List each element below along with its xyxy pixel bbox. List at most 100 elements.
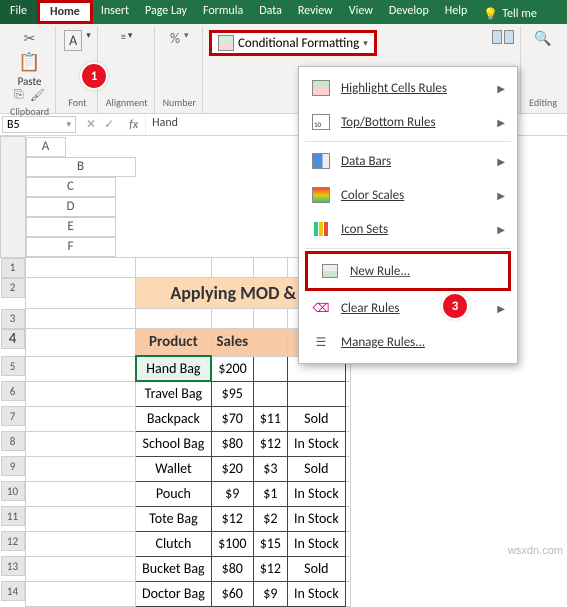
cell-status[interactable]: Sold xyxy=(288,556,346,581)
row-header[interactable]: 7 xyxy=(1,406,25,426)
paste-icon[interactable]: 📋 xyxy=(17,49,43,75)
cell-product[interactable]: Tote Bag xyxy=(136,506,212,531)
cell-sales[interactable]: $60 xyxy=(211,581,253,606)
cf-new-rule[interactable]: New Rule... xyxy=(305,251,511,291)
cell-status[interactable]: In Stock xyxy=(288,531,346,556)
format-painter-icon[interactable]: 🖌 xyxy=(30,88,45,103)
cell[interactable] xyxy=(288,381,346,406)
cell-sales[interactable]: $80 xyxy=(211,431,253,456)
copy-icon[interactable]: ⎘ xyxy=(14,88,24,103)
tab-data[interactable]: Data xyxy=(251,0,290,24)
cell-product[interactable]: Wallet xyxy=(136,456,212,481)
tab-home[interactable]: Home xyxy=(37,0,93,24)
find-icon[interactable]: 🔍 xyxy=(534,30,551,47)
cell-product[interactable]: Hand Bag xyxy=(136,356,212,381)
col-header-C[interactable]: C xyxy=(26,177,116,197)
row-header[interactable]: 6 xyxy=(1,381,25,401)
cell-sales[interactable]: $20 xyxy=(211,456,253,481)
cells-icon[interactable] xyxy=(492,30,514,44)
row-header[interactable]: 3 xyxy=(1,309,25,329)
cell[interactable] xyxy=(253,381,287,406)
cell-status[interactable]: Sold xyxy=(288,456,346,481)
group-clipboard: ✂ 📋 Paste ⎘ 🖌 Clipboard xyxy=(4,26,56,113)
tab-page-layout[interactable]: Page Lay xyxy=(137,0,195,24)
row-header[interactable]: 14 xyxy=(1,581,25,601)
chevron-down-icon[interactable]: ▾ xyxy=(86,30,91,51)
cell[interactable]: $9 xyxy=(253,581,287,606)
row-header[interactable]: 10 xyxy=(1,481,25,501)
cell-sales[interactable]: $200 xyxy=(211,356,253,381)
cf-highlight-cells-rules[interactable]: Highlight Cells Rules ▶ xyxy=(299,71,517,105)
row-header[interactable]: 4 xyxy=(1,329,25,349)
col-header-E[interactable]: E xyxy=(26,217,116,237)
tell-me[interactable]: 💡 Tell me xyxy=(475,0,544,24)
select-all-corner[interactable] xyxy=(1,137,26,258)
cell-product[interactable]: Doctor Bag xyxy=(136,581,212,606)
enter-icon[interactable]: ✓ xyxy=(104,117,114,132)
cf-data-bars[interactable]: Data Bars ▶ xyxy=(299,144,517,178)
col-header-F[interactable]: F xyxy=(26,237,116,257)
cell-sales[interactable]: $70 xyxy=(211,406,253,431)
cell-product[interactable]: School Bag xyxy=(136,431,212,456)
chevron-down-icon[interactable]: ▾ xyxy=(66,119,71,130)
cell[interactable] xyxy=(253,356,287,381)
cf-clear-rules[interactable]: Clear Rules ▶ xyxy=(299,291,517,325)
font-size-icon[interactable]: A xyxy=(64,30,82,51)
cell-status[interactable]: In Stock xyxy=(288,481,346,506)
row-header[interactable]: 5 xyxy=(1,356,25,376)
cell-sales[interactable]: $95 xyxy=(211,381,253,406)
cancel-icon[interactable]: ✕ xyxy=(86,117,96,132)
cf-top-bottom-rules[interactable]: Top/Bottom Rules ▶ xyxy=(299,105,517,139)
row-header[interactable]: 8 xyxy=(1,431,25,451)
cut-icon[interactable]: ✂ xyxy=(24,30,36,47)
cf-manage-rules[interactable]: Manage Rules... xyxy=(299,325,517,359)
col-header-D[interactable]: D xyxy=(26,197,116,217)
cell[interactable]: $1 xyxy=(253,481,287,506)
fx-icon[interactable]: fx xyxy=(122,114,146,135)
cell-product[interactable]: Travel Bag xyxy=(136,381,212,406)
row-header[interactable]: 2 xyxy=(1,278,25,298)
col-header-B[interactable]: B xyxy=(26,157,136,177)
header-product[interactable]: Product xyxy=(136,329,212,357)
tab-insert[interactable]: Insert xyxy=(93,0,137,24)
cell-sales[interactable]: $12 xyxy=(211,506,253,531)
cell[interactable]: $12 xyxy=(253,556,287,581)
row-header[interactable]: 13 xyxy=(1,556,25,576)
cell-sales[interactable]: $100 xyxy=(211,531,253,556)
tab-review[interactable]: Review xyxy=(290,0,341,24)
cell[interactable]: $15 xyxy=(253,531,287,556)
cell-status[interactable]: In Stock xyxy=(288,431,346,456)
cf-icon-sets[interactable]: Icon Sets ▶ xyxy=(299,212,517,246)
cell[interactable]: $11 xyxy=(253,406,287,431)
cell-product[interactable]: Clutch xyxy=(136,531,212,556)
row-header[interactable]: 12 xyxy=(1,531,25,551)
row-header[interactable]: 1 xyxy=(1,258,25,278)
cell-status[interactable]: In Stock xyxy=(288,506,346,531)
cell-product[interactable]: Bucket Bag xyxy=(136,556,212,581)
cell-product[interactable]: Pouch xyxy=(136,481,212,506)
cell[interactable]: $3 xyxy=(253,456,287,481)
tab-formulas[interactable]: Formula xyxy=(195,0,251,24)
tab-developer[interactable]: Develop xyxy=(381,0,437,24)
row-header[interactable]: 9 xyxy=(1,456,25,476)
cell[interactable]: $2 xyxy=(253,506,287,531)
tab-file[interactable]: File xyxy=(0,0,37,24)
tab-view[interactable]: View xyxy=(341,0,381,24)
cf-color-scales[interactable]: Color Scales ▶ xyxy=(299,178,517,212)
cell-status[interactable]: Sold xyxy=(288,406,346,431)
cell-product[interactable]: Backpack xyxy=(136,406,212,431)
tab-help[interactable]: Help xyxy=(437,0,476,24)
cell[interactable]: $12 xyxy=(253,431,287,456)
percent-icon[interactable]: % xyxy=(170,30,180,47)
paste-label[interactable]: Paste xyxy=(18,75,42,88)
header-sales[interactable]: Sales xyxy=(211,329,253,357)
align-icon[interactable]: ≡ xyxy=(121,30,126,43)
chevron-down-icon[interactable]: ▾ xyxy=(184,30,189,47)
chevron-down-icon[interactable]: ▾ xyxy=(128,30,133,43)
col-header-A[interactable]: A xyxy=(26,137,66,157)
cell-status[interactable]: In Stock xyxy=(288,581,346,606)
conditional-formatting-button[interactable]: Conditional Formatting ▾ xyxy=(209,30,377,56)
cell-sales[interactable]: $9 xyxy=(211,481,253,506)
cell-sales[interactable]: $80 xyxy=(211,556,253,581)
row-header[interactable]: 11 xyxy=(1,506,25,526)
